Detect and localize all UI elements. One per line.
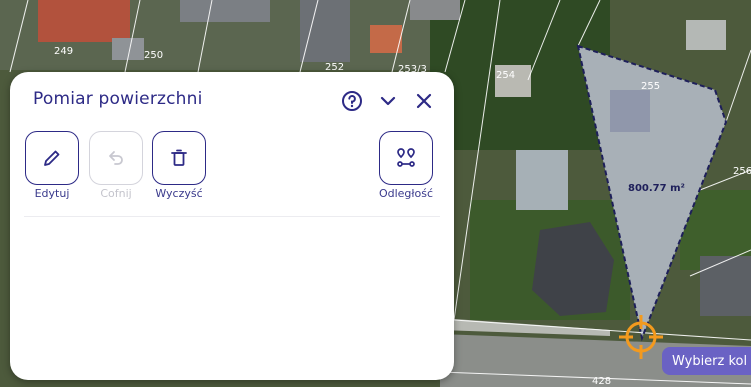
parcel-number: 250 xyxy=(144,50,163,61)
close-button[interactable] xyxy=(413,90,435,112)
parcel-number: 255 xyxy=(641,81,660,92)
pick-point-tooltip: Wybierz kol xyxy=(662,347,751,375)
area-measurement-panel: Pomiar powierzchni Edytuj Cofnij Wyczyść… xyxy=(10,72,454,380)
parcel-number: 254 xyxy=(496,70,515,81)
close-icon xyxy=(416,93,432,109)
parcel-number: 428 xyxy=(592,376,611,387)
area-measurement-label: 800.77 m² xyxy=(628,183,685,194)
parcel-number: 249 xyxy=(54,46,73,57)
help-button[interactable] xyxy=(341,90,363,112)
undo-icon xyxy=(109,151,123,165)
tooltip-text: Wybierz kol xyxy=(672,353,748,369)
crosshair-icon xyxy=(619,315,663,359)
distance-icon xyxy=(397,148,415,167)
pencil-icon xyxy=(44,150,60,166)
clear-button[interactable] xyxy=(152,131,206,185)
collapse-button[interactable] xyxy=(377,90,399,112)
distance-label: Odległość xyxy=(378,187,434,200)
clear-label: Wyczyść xyxy=(155,187,203,200)
trash-icon xyxy=(171,149,187,166)
edit-button[interactable] xyxy=(25,131,79,185)
undo-button[interactable] xyxy=(89,131,143,185)
parcel-number: 256 xyxy=(733,166,751,177)
panel-divider xyxy=(24,216,440,217)
question-circle-icon xyxy=(342,91,362,111)
panel-title: Pomiar powierzchni xyxy=(33,89,203,109)
chevron-down-icon xyxy=(380,96,396,106)
distance-button[interactable] xyxy=(379,131,433,185)
